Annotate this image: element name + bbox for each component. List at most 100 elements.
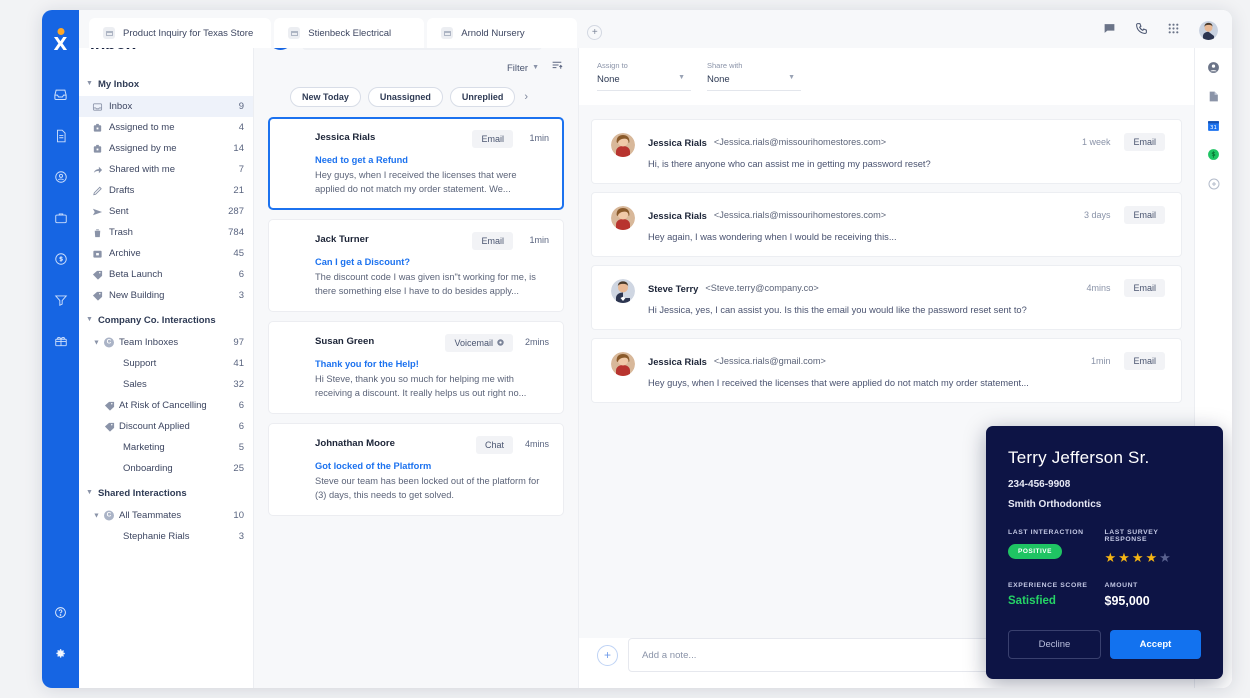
sidebar-item-label: Assigned to me [109,122,175,133]
thread-message[interactable]: Jessica Rials <Jessica.rials@missourihom… [591,192,1182,257]
calendar-icon[interactable]: 31 [1195,111,1232,140]
note-input[interactable] [642,649,1023,661]
chips-next-arrow[interactable]: › [524,91,528,103]
avatar [611,206,635,230]
message-time: 1min [529,235,549,245]
sidebar-item-shared-with-me[interactable]: Shared with me 7 [79,159,253,180]
accept-button[interactable]: Accept [1110,630,1201,659]
message-card[interactable]: Susan Green Voicemail 2mins Thank you fo… [268,321,564,414]
chevron-down-icon: ▼ [86,489,93,496]
assign-to-select[interactable]: Assign to None ▼ [597,61,691,91]
new-tab-button[interactable]: + [587,25,603,40]
assigned-icon [92,122,103,133]
sidebar-item-count: 9 [238,101,244,112]
rail-dollar-icon[interactable] [42,238,79,279]
tag-icon [104,421,115,432]
filter-dropdown[interactable]: Filter ▼ [507,63,539,74]
thread-message[interactable]: Jessica Rials <Jessica.rials@missourihom… [591,119,1182,184]
sidebar-item-count: 32 [233,379,244,390]
sidebar-item-beta-launch[interactable]: Beta Launch 6 [79,264,253,285]
message-preview: The discount code I was given isn"t work… [315,272,536,296]
chip-unreplied[interactable]: Unreplied [449,87,516,107]
sidebar-item-label: Beta Launch [109,269,163,280]
sidebar-item-sent[interactable]: Sent 287 [79,201,253,222]
phone-icon[interactable] [1135,22,1148,40]
sidebar-item-archive[interactable]: Archive 45 [79,243,253,264]
sidebar-item-inbox[interactable]: Inbox 9 [79,96,253,117]
tab-product-inquiry[interactable]: Product Inquiry for Texas Store [89,18,272,48]
rail-settings-gear-icon[interactable] [42,633,79,674]
sidebar-item-count: 4 [238,122,244,133]
rail-funnel-icon[interactable] [42,279,79,320]
sidebar-item-discount-applied[interactable]: Discount Applied 6 [79,416,253,437]
message-channel-badge: Email [1124,206,1165,224]
message-card[interactable]: Johnathan Moore Chat 4mins Got locked of… [268,423,564,516]
trash-icon [92,227,103,238]
chevron-down-icon: ▼ [86,316,93,323]
survey-response-label: LAST SURVEY RESPONSE [1104,529,1159,543]
share-with-select[interactable]: Share with None ▼ [707,61,801,91]
contact-popup-card: Terry Jefferson Sr. 234-456-9908 Smith O… [986,426,1223,679]
sidebar-item-stephanie-rials[interactable]: Stephanie Rials 3 [79,526,253,547]
sidebar-group-my-inbox[interactable]: ▼ My Inbox [79,70,253,96]
user-avatar[interactable] [1199,21,1218,40]
sidebar-item-onboarding[interactable]: Onboarding 25 [79,458,253,479]
message-sender: Jessica Rials [315,132,376,143]
experience-score-label: EXPERIENCE SCORE [1008,582,1088,589]
sidebar-item-at-risk-of-cancelling[interactable]: At Risk of Cancelling 6 [79,395,253,416]
rail-gift-icon[interactable] [42,320,79,361]
message-body: Hi, is there anyone who can assist me in… [648,159,931,169]
company-badge-icon: C [104,510,115,521]
chip-unassigned[interactable]: Unassigned [367,87,443,107]
thread-message[interactable]: Jessica Rials <Jessica.rials@gmail.com> … [591,338,1182,403]
contact-person-icon[interactable] [1195,53,1232,82]
tab-stienbeck-electrical[interactable]: Stienbeck Electrical [274,18,425,48]
rail-inbox-icon[interactable] [42,74,79,115]
emoji-money-icon[interactable] [1195,140,1232,169]
message-sender-name: Jessica Rials [648,209,707,221]
star-icon: ★ [1118,550,1132,565]
sidebar-item-drafts[interactable]: Drafts 21 [79,180,253,201]
chip-new-today[interactable]: New Today [290,87,361,107]
sidebar-group-company-interactions[interactable]: ▼ Company Co. Interactions [79,306,253,332]
sidebar-item-all-teammates[interactable]: ▼ C All Teammates 10 [79,505,253,526]
mail-icon [103,27,115,39]
decline-button[interactable]: Decline [1008,630,1101,659]
star-icon: ★ [1131,550,1146,565]
rail-document-icon[interactable] [42,115,79,156]
rail-briefcase-icon[interactable] [42,197,79,238]
message-card[interactable]: Jack Turner Email 1min Can I get a Disco… [268,219,564,312]
sidebar-item-label: Drafts [109,185,135,196]
sidebar-item-count: 97 [233,337,244,348]
tab-arnold-nursery[interactable]: Arnold Nursery [427,18,578,48]
chat-icon[interactable] [1103,22,1116,40]
sidebar-item-count: 3 [238,290,244,301]
add-icon[interactable] [1195,169,1232,198]
message-subject: Can I get a Discount? [315,257,411,267]
sidebar-group-shared-interactions[interactable]: ▼ Shared Interactions [79,479,253,505]
message-card[interactable]: Jessica Rials Email 1min Need to get a R… [268,117,564,210]
sidebar-item-assigned-by-me[interactable]: Assigned by me 14 [79,138,253,159]
file-icon[interactable] [1195,82,1232,111]
sidebar-item-team-inboxes[interactable]: ▼ C Team Inboxes 97 [79,332,253,353]
add-attachment-button[interactable]: + [597,644,618,666]
sidebar-item-support[interactable]: Support 41 [79,353,253,374]
chevron-down-icon: ▼ [93,512,100,519]
app-logo: X [49,28,73,54]
sidebar-item-new-building[interactable]: New Building 3 [79,285,253,306]
sidebar-item-sales[interactable]: Sales 32 [79,374,253,395]
inbox-icon [92,101,103,112]
contact-name: Terry Jefferson Sr. [1008,448,1150,467]
chevron-down-icon: ▼ [93,339,100,346]
thread-message[interactable]: Steve Terry <Steve.terry@company.co> 4mi… [591,265,1182,330]
sidebar-item-marketing[interactable]: Marketing 5 [79,437,253,458]
message-channel-badge: Voicemail [445,334,513,352]
sidebar-item-trash[interactable]: Trash 784 [79,222,253,243]
sidebar-item-assigned-to-me[interactable]: Assigned to me 4 [79,117,253,138]
tag-icon [92,290,103,301]
sort-icon[interactable] [551,59,564,77]
archive-icon [92,248,103,259]
rail-contact-icon[interactable] [42,156,79,197]
apps-grid-icon[interactable] [1167,22,1180,40]
rail-help-icon[interactable] [42,592,79,633]
